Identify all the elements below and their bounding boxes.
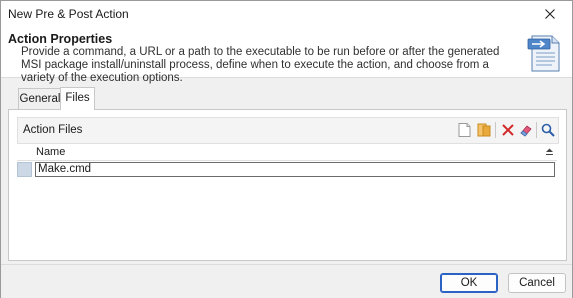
add-folder-button[interactable] — [475, 121, 492, 138]
tab-files-label: Files — [65, 92, 90, 104]
action-files-label: Action Files — [23, 124, 83, 136]
tab-files[interactable]: Files — [60, 87, 95, 110]
list-item[interactable]: Make.cmd — [17, 162, 556, 177]
action-files-list[interactable]: Name Make.cmd — [17, 145, 557, 253]
document-arrow-icon — [527, 35, 560, 72]
action-files-header: Action Files — [17, 117, 559, 144]
delete-button[interactable] — [499, 121, 516, 138]
tab-general[interactable]: General — [18, 88, 62, 110]
new-file-icon — [458, 122, 471, 137]
column-name-label: Name — [36, 146, 66, 158]
column-header-name[interactable]: Name — [17, 145, 557, 161]
search-icon — [541, 123, 555, 137]
files-panel: Action Files Name Make.cmd — [8, 109, 567, 261]
header-title: Action Properties — [8, 32, 113, 46]
dialog-window: New Pre & Post Action Action Properties … — [0, 0, 573, 298]
add-folder-icon — [477, 123, 490, 136]
clear-button[interactable] — [517, 121, 534, 138]
toolbar-separator — [536, 122, 537, 138]
toolbar-separator — [495, 122, 496, 138]
header-section: Action Properties Provide a command, a U… — [1, 27, 572, 84]
file-name-editor[interactable]: Make.cmd — [35, 162, 555, 177]
file-icon — [17, 162, 32, 177]
window-title: New Pre & Post Action — [8, 7, 129, 21]
clear-icon — [519, 124, 532, 137]
delete-icon — [501, 123, 514, 136]
collapse-icon[interactable] — [545, 147, 554, 156]
button-bar: OK Cancel — [1, 264, 572, 298]
search-button[interactable] — [539, 121, 556, 138]
new-file-button[interactable] — [456, 121, 473, 138]
ok-button[interactable]: OK — [440, 273, 498, 293]
title-bar: New Pre & Post Action — [1, 1, 572, 27]
close-button[interactable] — [528, 1, 572, 27]
tab-general-label: General — [19, 93, 61, 105]
header-description: Provide a command, a URL or a path to th… — [21, 46, 500, 84]
close-icon — [545, 9, 555, 19]
cancel-button[interactable]: Cancel — [508, 273, 566, 293]
